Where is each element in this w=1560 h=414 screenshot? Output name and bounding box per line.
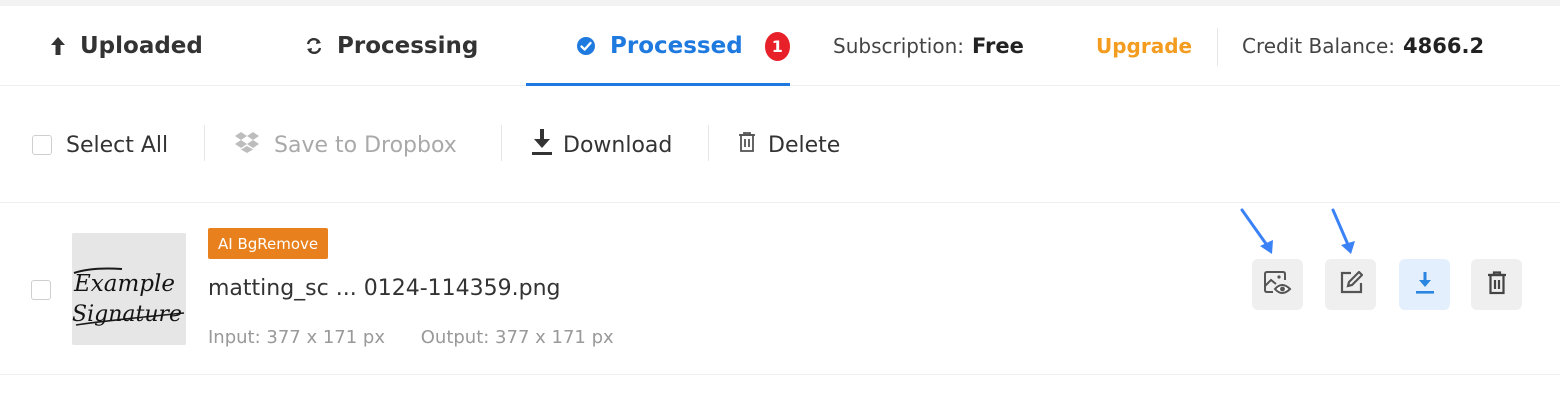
- trash-icon: [738, 131, 756, 159]
- preview-button[interactable]: [1252, 259, 1303, 310]
- file-thumbnail[interactable]: Example Signature: [72, 233, 186, 345]
- edit-icon: [1339, 269, 1364, 299]
- annotation-arrow-edit: [1331, 208, 1355, 254]
- file-row: Example Signature AI BgRemove matting_sc…: [0, 204, 1560, 375]
- arrow-up-icon: [50, 36, 66, 56]
- subscription-label: Subscription:: [833, 34, 965, 58]
- refresh-icon: [305, 37, 323, 55]
- delete-button[interactable]: Delete: [738, 87, 840, 203]
- bulk-actions-toolbar: Select All Save to Dropbox Download Dele…: [0, 87, 1560, 203]
- delete-label: Delete: [768, 132, 841, 158]
- tab-processed[interactable]: Processed 1: [526, 6, 790, 86]
- select-all-checkbox[interactable]: [32, 135, 52, 155]
- select-all-label: Select All: [66, 132, 169, 158]
- file-dimensions: Input: 377 x 171 px Output: 377 x 171 px: [208, 327, 614, 348]
- process-type-tag: AI BgRemove: [208, 228, 329, 259]
- preview-icon: [1263, 269, 1293, 301]
- thumbnail-text-line-1: Example: [73, 271, 175, 297]
- file-select-checkbox[interactable]: [31, 280, 51, 300]
- select-all-control[interactable]: Select All: [32, 87, 168, 203]
- thumbnail-text-line-2: Signature: [72, 302, 182, 327]
- annotation-arrow-preview: [1240, 208, 1273, 254]
- credit-balance: Credit Balance: 4866.2: [1242, 6, 1484, 86]
- active-tab-underline: [526, 83, 790, 86]
- toolbar-divider: [501, 125, 502, 161]
- trash-icon: [1487, 270, 1507, 299]
- output-size: Output: 377 x 171 px: [420, 327, 614, 348]
- file-name: matting_sc ... 0124-114359.png: [208, 276, 561, 301]
- subscription-value: Free: [972, 34, 1024, 58]
- tab-processing[interactable]: Processing: [305, 6, 478, 86]
- file-delete-button[interactable]: [1471, 259, 1522, 310]
- upgrade-link[interactable]: Upgrade: [1096, 6, 1192, 86]
- download-icon: [531, 128, 553, 162]
- file-download-button[interactable]: [1399, 259, 1450, 310]
- save-to-dropbox-label: Save to Dropbox: [274, 132, 457, 158]
- credit-value: 4866.2: [1403, 34, 1485, 58]
- dropbox-icon: [234, 131, 260, 159]
- processed-count-badge: 1: [764, 31, 790, 61]
- toolbar-divider: [708, 125, 709, 161]
- download-icon: [1415, 271, 1435, 299]
- download-label: Download: [563, 132, 673, 158]
- tab-processed-label: Processed: [610, 33, 743, 59]
- download-button[interactable]: Download: [531, 87, 672, 203]
- tabs-header: Uploaded Processing Processed 1 Subscrip…: [0, 6, 1560, 86]
- credit-label: Credit Balance:: [1242, 34, 1396, 58]
- subscription-info: Subscription: Free: [833, 6, 1024, 86]
- tab-uploaded-label: Uploaded: [80, 33, 203, 59]
- toolbar-divider: [204, 125, 205, 161]
- tab-processing-label: Processing: [337, 33, 479, 59]
- save-to-dropbox-button[interactable]: Save to Dropbox: [234, 87, 457, 203]
- input-size: Input: 377 x 171 px: [208, 327, 386, 348]
- header-divider: [1217, 28, 1218, 66]
- tab-uploaded[interactable]: Uploaded: [50, 6, 203, 86]
- edit-button[interactable]: [1325, 259, 1376, 310]
- check-circle-icon: [576, 36, 596, 56]
